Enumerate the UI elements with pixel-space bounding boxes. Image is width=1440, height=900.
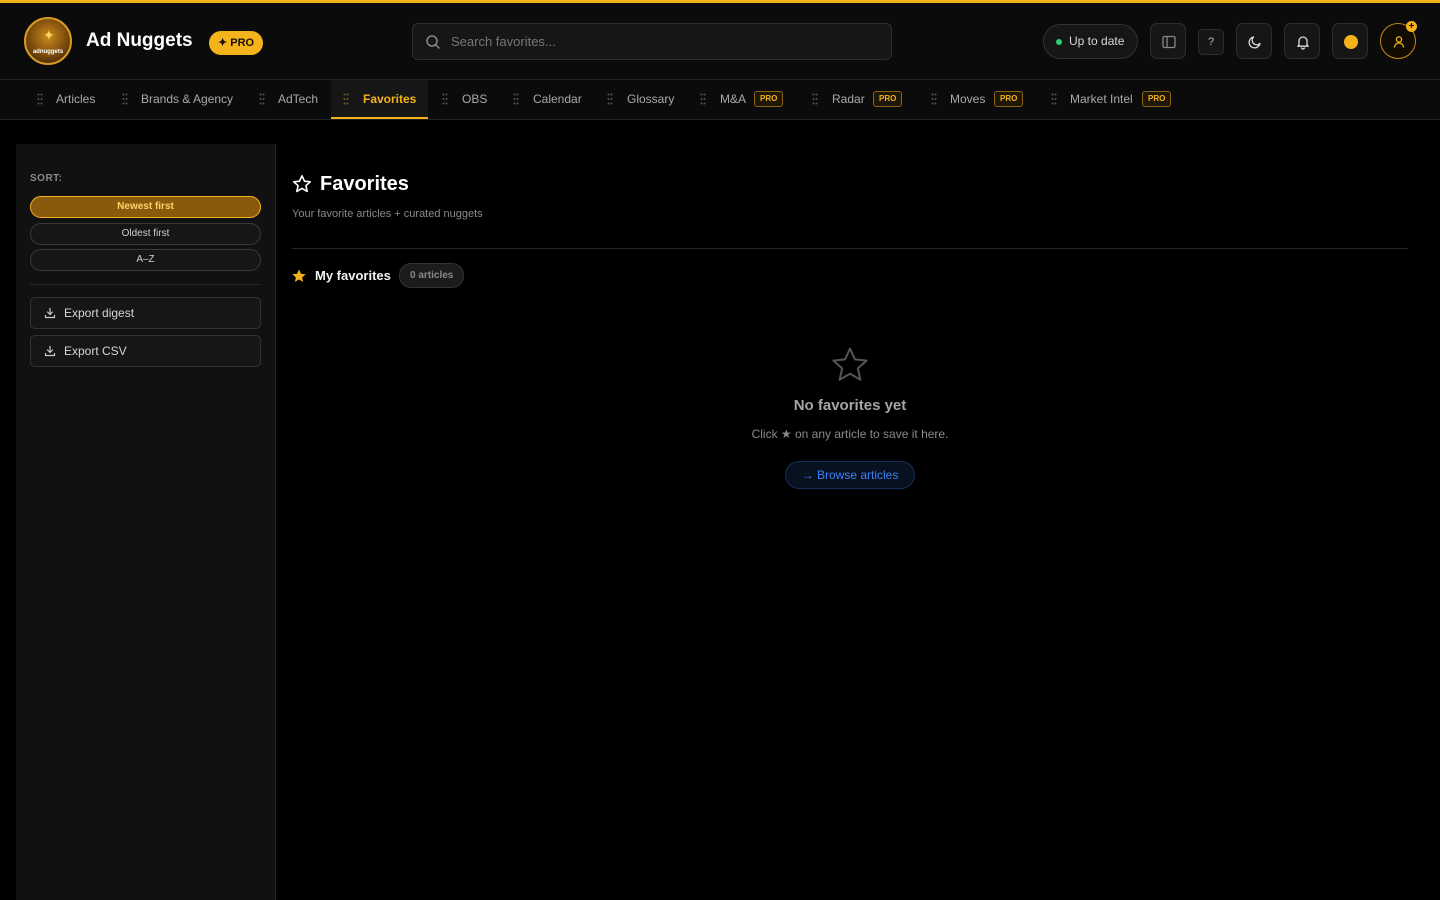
download-icon — [44, 307, 56, 319]
tab-label: Favorites — [363, 92, 417, 106]
sort-oldest-button[interactable]: Oldest first — [30, 223, 261, 245]
drag-handle-icon[interactable] — [442, 93, 448, 105]
tab-label: Radar — [832, 92, 865, 106]
pro-badge[interactable]: ✦ PRO — [209, 31, 264, 55]
export-digest-button[interactable]: Export digest — [30, 297, 261, 329]
sort-label: SORT: — [30, 173, 63, 184]
drag-handle-icon[interactable] — [812, 93, 818, 105]
toggle-sidebar-button[interactable] — [1150, 23, 1186, 59]
tab-label: OBS — [462, 92, 488, 106]
star-outline-icon — [292, 175, 312, 193]
page-title: Favorites — [320, 173, 409, 195]
help-button[interactable]: ? — [1198, 29, 1224, 55]
pro-tag: PRO — [754, 91, 784, 107]
coins-button[interactable] — [1332, 23, 1368, 59]
tab-radar[interactable]: Radar PRO — [806, 80, 914, 119]
download-icon — [44, 345, 56, 357]
tab-label: M&A — [720, 92, 747, 106]
star-filled-icon — [292, 269, 306, 282]
drag-handle-icon[interactable] — [931, 93, 937, 105]
sort-az-button[interactable]: A–Z — [30, 249, 261, 271]
tab-brands-agency[interactable]: Brands & Agency — [115, 80, 245, 119]
search-input[interactable] — [451, 24, 881, 59]
tab-moves[interactable]: Moves PRO — [925, 80, 1037, 119]
coin-icon — [1344, 35, 1358, 49]
tab-obs[interactable]: OBS — [436, 80, 498, 119]
user-icon — [1393, 36, 1405, 48]
tab-label: AdTech — [278, 92, 319, 106]
search-box[interactable] — [412, 23, 892, 60]
tab-adtech[interactable]: AdTech — [252, 80, 327, 119]
search-icon — [426, 35, 440, 49]
tab-articles[interactable]: Articles — [30, 80, 110, 119]
drag-handle-icon[interactable] — [259, 93, 265, 105]
sidebar-divider — [30, 284, 261, 285]
theme-toggle-button[interactable] — [1236, 23, 1272, 59]
browse-articles-button[interactable]: → Browse articles — [785, 461, 915, 489]
drag-handle-icon[interactable] — [607, 93, 613, 105]
tab-calendar[interactable]: Calendar — [507, 80, 593, 119]
export-csv-button[interactable]: Export CSV — [30, 335, 261, 367]
tab-label: Glossary — [627, 92, 675, 106]
sidebar: SORT: Newest first Oldest first A–Z Expo… — [16, 144, 276, 900]
tab-m-and-a[interactable]: M&A PRO — [694, 80, 794, 119]
drag-handle-icon[interactable] — [122, 93, 128, 105]
bell-icon — [1297, 36, 1309, 50]
status-label: Up to date — [1069, 34, 1125, 48]
article-count-badge: 0 articles — [399, 263, 465, 288]
page-subtitle: Your favorite articles + curated nuggets — [292, 208, 483, 220]
drag-handle-icon[interactable] — [37, 93, 43, 105]
main-tabs: Articles Brands & Agency AdTech Favorite… — [0, 80, 1440, 120]
export-csv-label: Export CSV — [64, 344, 127, 358]
tab-market-intel[interactable]: Market Intel PRO — [1045, 80, 1185, 119]
tab-label: Moves — [950, 92, 986, 106]
tab-label: Calendar — [533, 92, 582, 106]
pro-tag: PRO — [873, 91, 903, 107]
sparkle-icon: ✦ — [43, 27, 55, 43]
user-avatar-button[interactable]: + — [1380, 21, 1417, 59]
empty-state-title: No favorites yet — [793, 397, 907, 414]
app-logo[interactable]: ✦ adnuggets — [24, 17, 72, 65]
empty-state-text: Click ★ on any article to save it here. — [751, 427, 949, 441]
sort-newest-button[interactable]: Newest first — [30, 196, 261, 218]
pro-tag: PRO — [994, 91, 1024, 107]
pro-tag: PRO — [1142, 91, 1172, 107]
moon-icon — [1248, 36, 1261, 49]
tab-favorites[interactable]: Favorites — [331, 80, 428, 119]
logo-text: adnuggets — [32, 49, 64, 55]
status-dot — [1056, 39, 1062, 45]
drag-handle-icon[interactable] — [1051, 93, 1057, 105]
section-divider — [292, 248, 1408, 249]
notifications-button[interactable] — [1284, 23, 1320, 59]
section-title: My favorites — [315, 268, 391, 283]
drag-handle-icon[interactable] — [513, 93, 519, 105]
tab-glossary[interactable]: Glossary — [601, 80, 687, 119]
drag-handle-icon[interactable] — [343, 93, 349, 105]
app-title: Ad Nuggets — [86, 30, 193, 51]
tab-label: Brands & Agency — [141, 92, 234, 106]
sync-status-pill[interactable]: Up to date — [1043, 24, 1139, 59]
export-digest-label: Export digest — [64, 306, 135, 320]
drag-handle-icon[interactable] — [700, 93, 706, 105]
tab-label: Market Intel — [1070, 92, 1133, 106]
sidebar-panel-icon — [1162, 35, 1176, 49]
app-header: ✦ adnuggets Ad Nuggets ✦ PRO Up to date … — [0, 3, 1440, 80]
add-icon: + — [1406, 21, 1417, 32]
tab-label: Articles — [56, 92, 96, 106]
empty-star-icon — [832, 347, 868, 381]
